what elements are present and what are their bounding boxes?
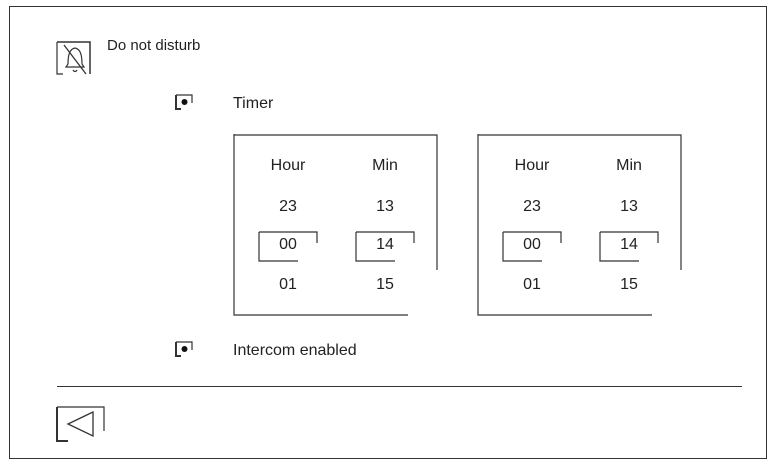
hour-prev[interactable]: 23 (258, 198, 318, 216)
mode-title: Do not disturb (107, 37, 201, 54)
min-prev[interactable]: 13 (599, 198, 659, 216)
start-time-picker[interactable]: Hour Min 23 13 00 14 01 15 (233, 134, 438, 317)
intercom-label: Intercom enabled (233, 342, 357, 359)
hour-header: Hour (270, 157, 306, 174)
hour-next[interactable]: 01 (502, 276, 562, 294)
min-selected[interactable]: 14 (599, 236, 659, 254)
hour-header: Hour (514, 157, 550, 174)
min-prev[interactable]: 13 (355, 198, 415, 216)
hour-selected[interactable]: 00 (502, 236, 562, 254)
end-time-picker[interactable]: Hour Min 23 13 00 14 01 15 (477, 134, 682, 317)
hour-prev[interactable]: 23 (502, 198, 562, 216)
hour-next[interactable]: 01 (258, 276, 318, 294)
min-selected[interactable]: 14 (355, 236, 415, 254)
min-next[interactable]: 15 (599, 276, 659, 294)
timer-radio[interactable] (175, 94, 193, 110)
min-header: Min (372, 157, 398, 174)
min-header: Min (616, 157, 642, 174)
back-arrow-icon[interactable] (56, 403, 106, 443)
min-next[interactable]: 15 (355, 276, 415, 294)
intercom-radio[interactable] (175, 341, 193, 357)
footer-divider (57, 386, 742, 387)
timer-label: Timer (233, 95, 274, 112)
bell-off-icon[interactable] (55, 36, 91, 76)
hour-selected[interactable]: 00 (258, 236, 318, 254)
